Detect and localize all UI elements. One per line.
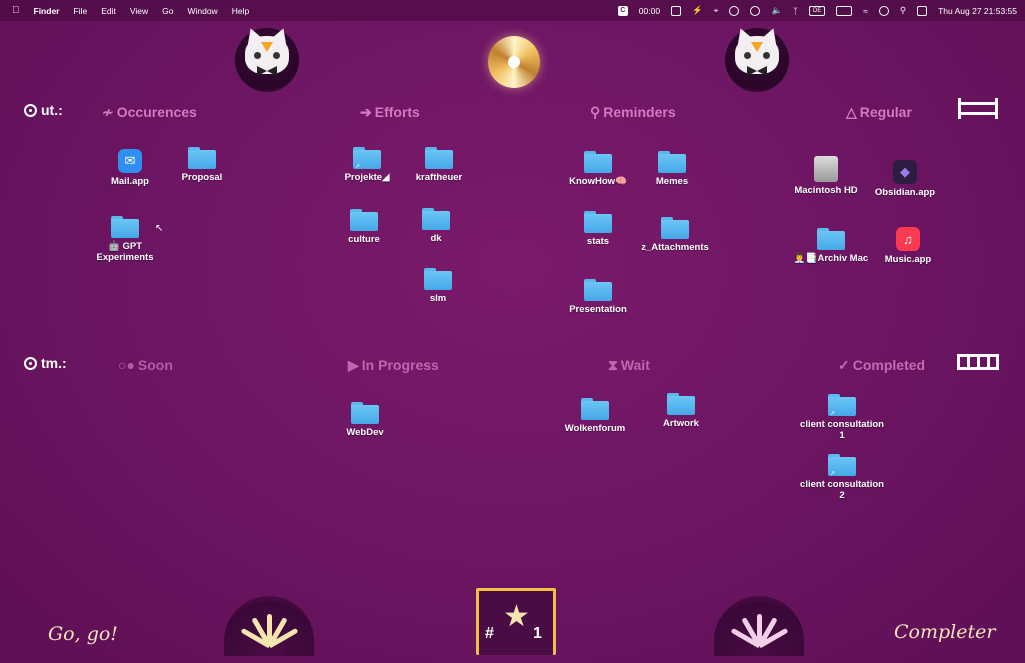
bluetooth-icon[interactable]: ᛉ — [793, 6, 798, 16]
desktop-item-dk-folder[interactable]: dk — [391, 208, 481, 244]
timer-readout[interactable]: 00:00 — [639, 6, 660, 16]
fence-icon — [957, 354, 999, 370]
menu-window[interactable]: Window — [187, 6, 217, 16]
bolt-icon[interactable]: ⚡ — [692, 5, 703, 16]
desktop-item-obsidian-app[interactable]: ◆ Obsidian.app — [860, 160, 950, 198]
column-header-wait: ⧗ Wait — [608, 357, 650, 373]
folder-icon — [817, 228, 845, 250]
clipboard-app-icon[interactable]: C — [617, 5, 628, 16]
folder-icon — [661, 217, 689, 239]
number-one-badge-icon: # ★ 1 — [476, 588, 556, 655]
alias-arrow-icon: ↗ — [830, 471, 836, 477]
clock-icon — [24, 356, 37, 370]
figure-icon: ★ — [503, 600, 530, 633]
folder-icon — [188, 147, 216, 169]
play-icon[interactable] — [729, 5, 740, 16]
menu-go[interactable]: Go — [162, 6, 173, 16]
column-header-efforts: ➔ Efforts — [360, 104, 420, 120]
folder-icon — [581, 398, 609, 420]
desktop-item-webdev-folder[interactable]: WebDev — [320, 402, 410, 438]
cat-face-icon — [243, 25, 291, 76]
desktop-item-music-app[interactable]: ♫ Music.app — [863, 227, 953, 265]
user-icon[interactable] — [878, 5, 889, 16]
column-header-regular: △ Regular — [846, 104, 912, 120]
folder-icon — [350, 209, 378, 231]
volume-icon[interactable]: 🔈 — [771, 5, 782, 16]
folder-icon — [658, 151, 686, 173]
control-center-icon[interactable] — [917, 5, 928, 16]
folder-icon — [584, 151, 612, 173]
desktop-item-memes-folder[interactable]: Memes — [627, 151, 717, 187]
search-icon[interactable]: ⚲ — [900, 5, 906, 16]
clock-datetime[interactable]: Thu Aug 27 21:53:55 — [938, 6, 1017, 16]
desktop-item-presentation-folder[interactable]: Presentation — [553, 279, 643, 315]
menu-view[interactable]: View — [130, 6, 148, 16]
folder-icon — [425, 147, 453, 169]
cat-emblem-left — [235, 25, 299, 92]
desktop-item-proposal-folder[interactable]: Proposal — [157, 147, 247, 183]
folder-icon — [351, 402, 379, 424]
folder-icon: ↗ — [353, 147, 381, 170]
wifi-icon[interactable]: ≈ — [863, 6, 868, 16]
battery-icon[interactable] — [836, 5, 853, 16]
go-go-text: Go, go! — [48, 623, 118, 645]
folder-icon — [667, 393, 695, 415]
desktop-item-wolkenforum-folder[interactable]: Wolkenforum — [550, 398, 640, 434]
column-header-occurences: ≁ Occurences — [102, 104, 197, 120]
column-header-in-progress: ▶ In Progress — [348, 357, 439, 373]
image-icon[interactable] — [671, 5, 682, 16]
sunburst-left-icon — [224, 596, 314, 656]
desktop-item-macintosh-hd[interactable]: Macintosh HD — [781, 156, 871, 196]
column-header-soon: ○● Soon — [118, 357, 173, 373]
menu-app-finder[interactable]: Finder — [34, 6, 60, 16]
sunburst-right-icon — [714, 596, 804, 656]
menu-bar:  Finder File Edit View Go Window Help C… — [0, 0, 1025, 21]
folder-icon — [111, 216, 139, 238]
time-machine-icon[interactable] — [750, 5, 761, 16]
folder-icon: ↗ — [828, 394, 856, 417]
obsidian-app-icon: ◆ — [893, 160, 917, 184]
cat-emblem-right — [725, 25, 789, 92]
column-header-completed: ✓ Completed — [838, 357, 926, 373]
folder-icon — [424, 268, 452, 290]
menu-edit[interactable]: Edit — [101, 6, 116, 16]
target-icon — [24, 103, 37, 117]
music-app-icon: ♫ — [896, 227, 920, 251]
alias-arrow-icon: ↗ — [355, 164, 361, 170]
expand-icon[interactable]: ⌖ — [714, 5, 719, 16]
completer-text: Completer — [894, 621, 996, 643]
row-label-tm: tm.: — [24, 355, 67, 371]
desktop-item-client-consultation-1-folder[interactable]: ↗ client consultation 1 — [797, 394, 887, 441]
input-source-icon[interactable]: DE — [809, 5, 826, 16]
hard-drive-icon — [814, 156, 838, 182]
cat-face-icon — [733, 25, 781, 76]
desktop-item-z-attachments-folder[interactable]: z_Attachments — [630, 217, 720, 253]
desktop-item-kraftheuer-folder[interactable]: kraftheuer — [394, 147, 484, 183]
spiral-emblem-icon — [488, 36, 540, 88]
mouse-cursor-icon: ↖ — [155, 223, 164, 234]
desktop-item-slm-folder[interactable]: slm — [393, 268, 483, 304]
alias-arrow-icon: ↗ — [830, 411, 836, 417]
folder-icon — [584, 211, 612, 233]
apple-menu-icon[interactable]:  — [12, 5, 20, 16]
desktop-item-artwork-folder[interactable]: Artwork — [636, 393, 726, 429]
folder-icon — [584, 279, 612, 301]
hurdle-icon — [958, 98, 998, 119]
folder-icon — [422, 208, 450, 230]
column-header-reminders: ⚲ Reminders — [590, 104, 676, 120]
folder-icon: ↗ — [828, 454, 856, 477]
mail-app-icon: ✉ — [118, 149, 142, 173]
menu-help[interactable]: Help — [232, 6, 249, 16]
desktop-item-client-consultation-2-folder[interactable]: ↗ client consultation 2 — [797, 454, 887, 501]
menu-file[interactable]: File — [73, 6, 87, 16]
row-label-ut: ut.: — [24, 102, 63, 118]
